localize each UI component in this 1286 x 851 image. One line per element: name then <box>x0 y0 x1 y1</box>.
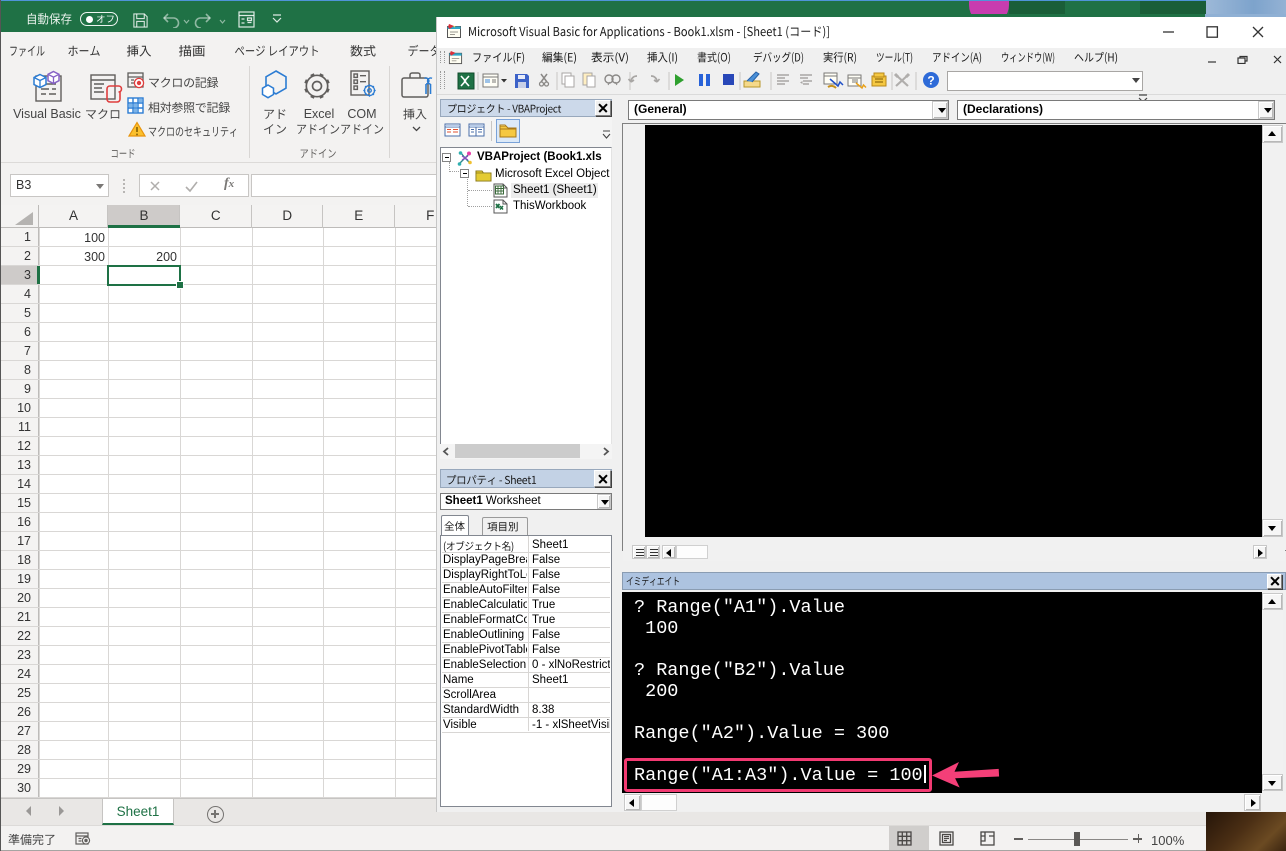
svg-text:?: ? <box>927 74 934 88</box>
